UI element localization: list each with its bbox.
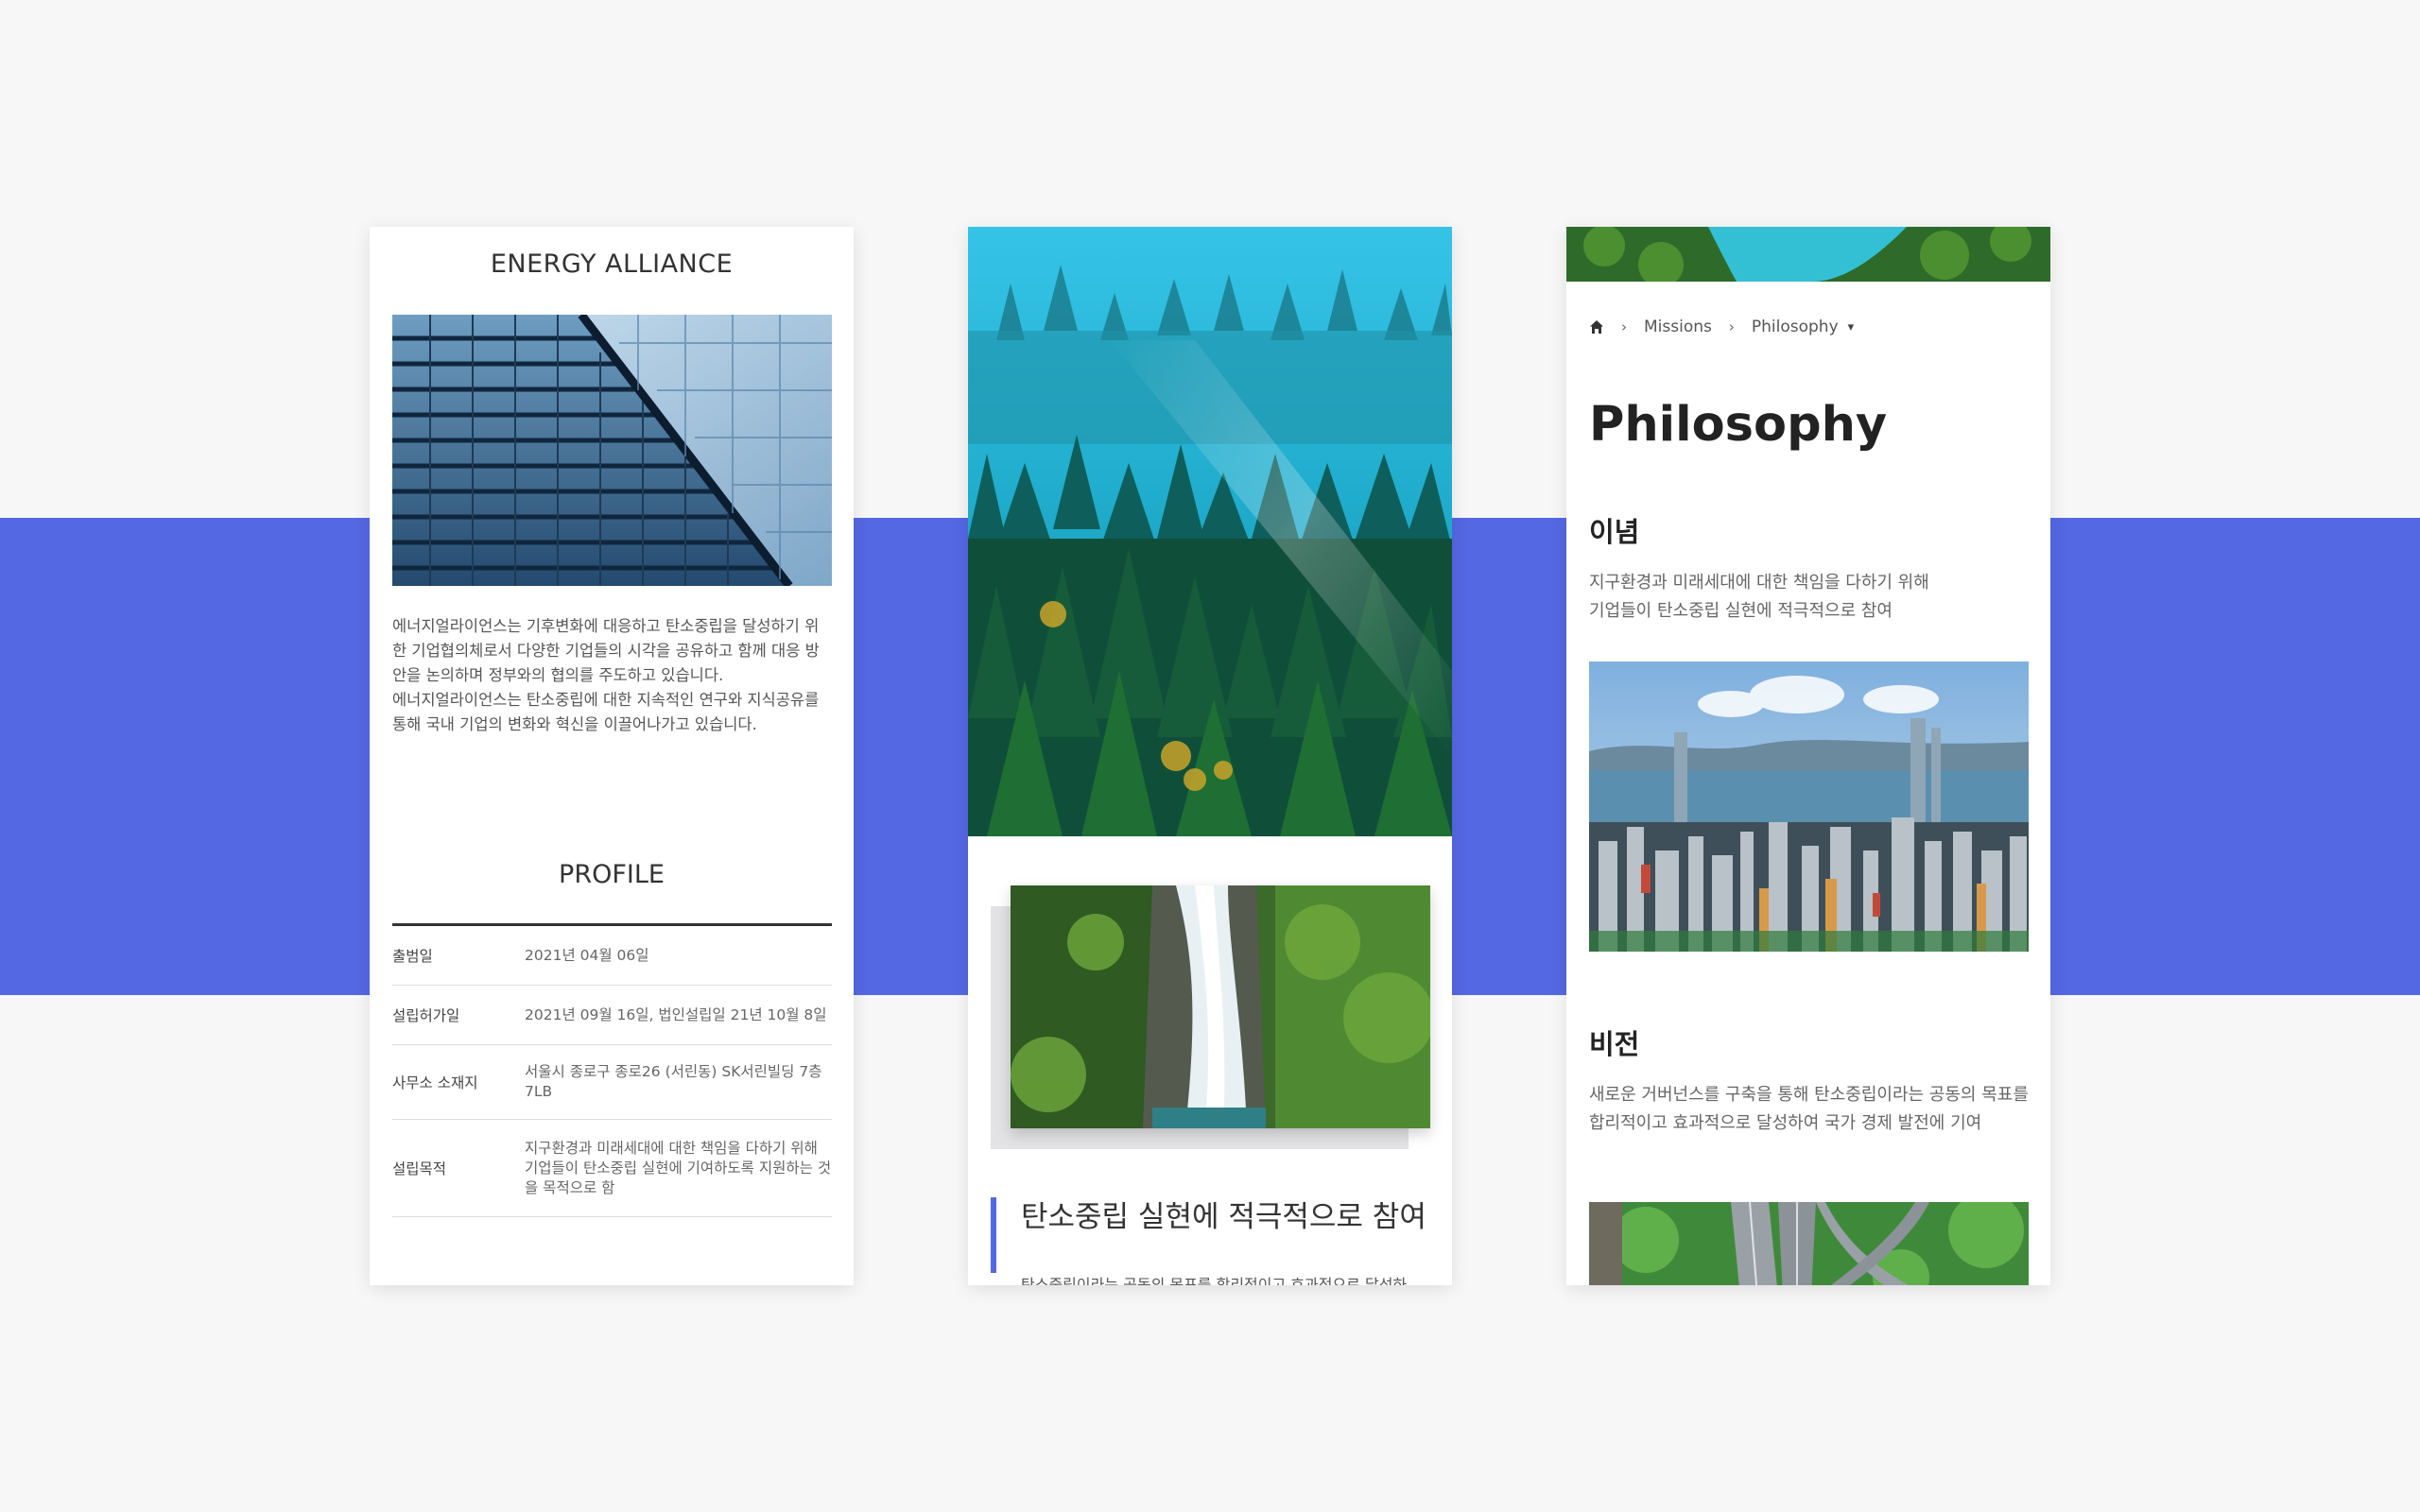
breadcrumb-philosophy-dropdown[interactable]: Philosophy ▾ (1752, 318, 1854, 336)
section-title: 이념 (1589, 516, 1640, 548)
row-label: 사무소 소재지 (392, 1074, 478, 1091)
section-text: 지구환경과 미래세대에 대한 책임을 다하기 위해 기업들이 탄소중립 실현에 … (1589, 569, 2033, 626)
row-label: 설립허가일 (392, 1007, 460, 1024)
table-row: 출범일 2021년 04월 06일 (392, 926, 832, 986)
breadcrumb-missions[interactable]: Missions (1644, 318, 1712, 336)
breadcrumb: › Missions › Philosophy ▾ (1589, 318, 1854, 336)
section-text: 새로운 거버넌스를 구축을 통해 탄소중립이라는 공동의 목표를 합리적이고 효… (1589, 1081, 2033, 1138)
row-label: 출범일 (392, 948, 433, 965)
about-card: ENERGY ALLIANCE 에너지얼라이언스는 기후변화에 대응하고 탄소중… (370, 227, 854, 1285)
profile-table: 출범일 2021년 04월 06일 설립허가일 2021년 09월 16일, 법… (392, 923, 832, 1217)
row-value: 2021년 04월 06일 (525, 946, 649, 964)
page-title: Philosophy (1589, 397, 1888, 453)
table-row: 설립허가일 2021년 09월 16일, 법인설립일 21년 10월 8일 (392, 986, 832, 1045)
profile-title: PROFILE (559, 860, 665, 889)
philosophy-card: › Missions › Philosophy ▾ Philosophy 이념 … (1566, 227, 2050, 1285)
home-icon[interactable] (1589, 319, 1604, 335)
intro-paragraph: 에너지얼라이언스는 탄소중립에 대한 지속적인 연구와 지식공유를 통해 국내 … (392, 691, 820, 733)
intro-text: 에너지얼라이언스는 기후변화에 대응하고 탄소중립을 달성하기 위한 기업협의체… (392, 614, 832, 737)
mission-headline: 탄소중립 실현에 적극적으로 참여 (991, 1197, 1441, 1273)
table-row: 사무소 소재지 서울시 종로구 종로26 (서린동) SK서린빌딩 7층 7LB (392, 1045, 832, 1120)
highway-photo (1589, 1202, 2029, 1285)
mission-headline-text: 탄소중립 실현에 적극적으로 참여 (1021, 1200, 1426, 1234)
brand-title: ENERGY ALLIANCE (490, 249, 734, 279)
caret-down-icon: ▾ (1847, 319, 1855, 335)
row-value: 지구환경과 미래세대에 대한 책임을 다하기 위해 기업들이 탄소중립 실현에 … (525, 1139, 832, 1196)
chevron-right-icon: › (1728, 318, 1735, 335)
row-value: 2021년 09월 16일, 법인설립일 21년 10월 8일 (525, 1005, 827, 1023)
section-line: 지구환경과 미래세대에 대한 책임을 다하기 위해 (1589, 573, 1929, 593)
city-skyline-photo (1589, 662, 2029, 952)
section-line: 새로운 거버넌스를 구축을 통해 탄소중립이라는 공동의 목표를 (1589, 1085, 2029, 1105)
section-title: 비전 (1589, 1028, 1640, 1060)
mission-card: 탄소중립 실현에 적극적으로 참여 탄소중립이라는 공동의 목표를 합리적이고 … (968, 227, 1452, 1285)
intro-paragraph: 에너지얼라이언스는 기후변화에 대응하고 탄소중립을 달성하기 위한 기업협의체… (392, 617, 820, 684)
row-label: 설립목적 (392, 1160, 447, 1177)
breadcrumb-philosophy-label: Philosophy (1751, 318, 1839, 336)
row-value: 서울시 종로구 종로26 (서린동) SK서린빌딩 7층 7LB (525, 1063, 822, 1100)
glass-building-photo (392, 315, 832, 586)
mission-body-text: 탄소중립이라는 공동의 목표를 합리적이고 효과적으로 달성하 (1021, 1276, 1408, 1285)
waterfall-photo (1011, 885, 1430, 1128)
chevron-right-icon: › (1621, 318, 1627, 335)
forest-photo (968, 227, 1452, 836)
section-line: 합리적이고 효과적으로 달성하여 국가 경제 발전에 기여 (1589, 1113, 1982, 1133)
section-line: 기업들이 탄소중립 실현에 적극적으로 참여 (1589, 601, 1893, 621)
table-row: 설립목적 지구환경과 미래세대에 대한 책임을 다하기 위해 기업들이 탄소중립… (392, 1120, 832, 1217)
lake-banner-photo (1566, 227, 2050, 282)
